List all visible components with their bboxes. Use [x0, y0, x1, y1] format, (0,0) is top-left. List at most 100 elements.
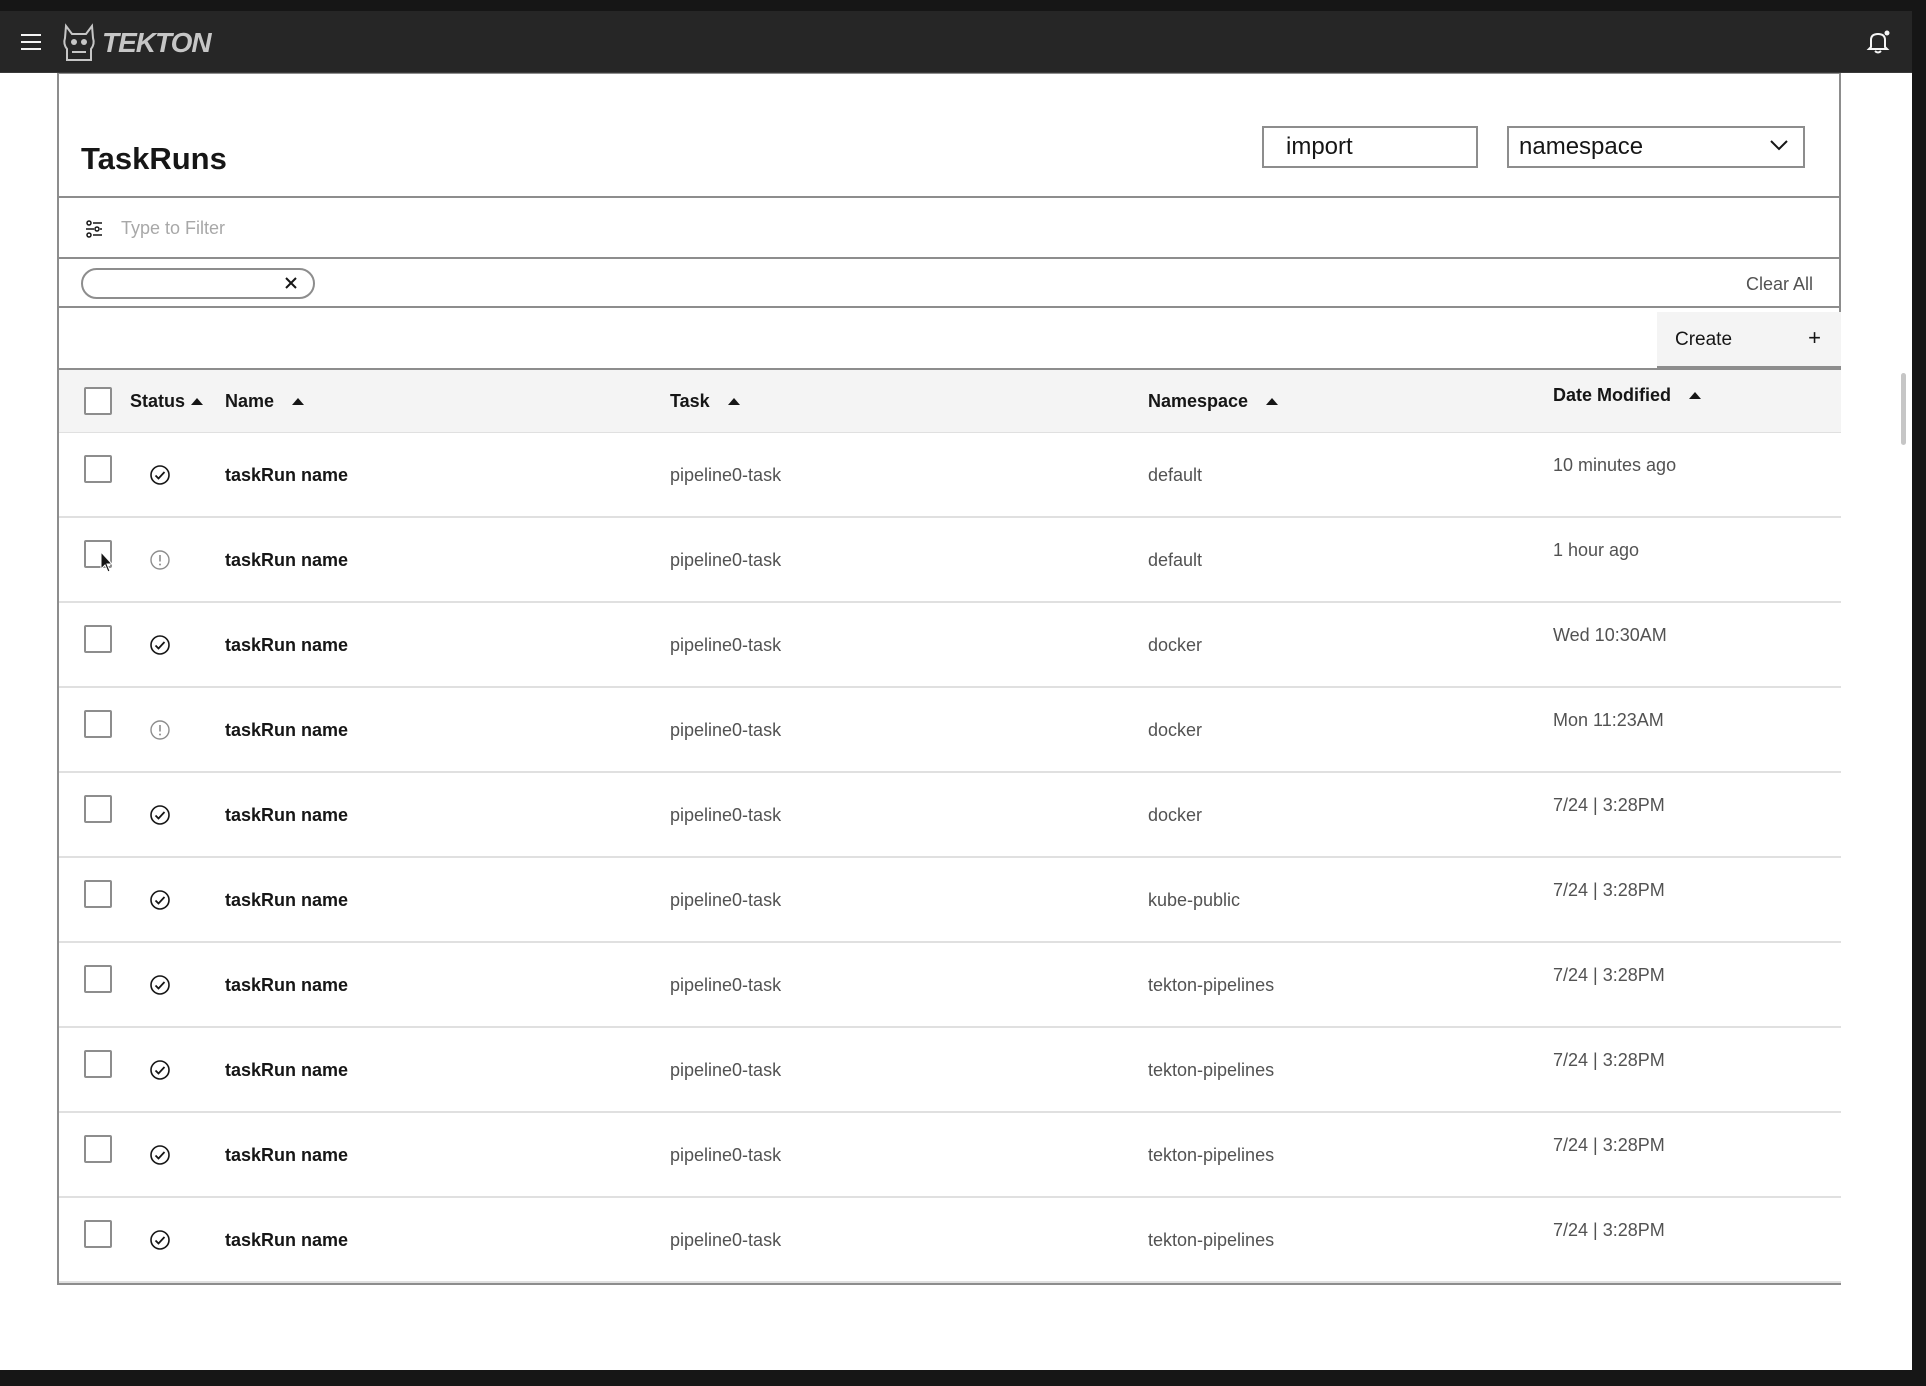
- taskrun-name-link[interactable]: taskRun name: [225, 1230, 348, 1251]
- row-checkbox[interactable]: [84, 455, 112, 483]
- namespace-cell: tekton-pipelines: [1148, 1060, 1275, 1080]
- namespace-cell: kube-public: [1148, 890, 1241, 910]
- table-row[interactable]: taskRun name pipeline0-task tekton-pipelin…: [59, 943, 1841, 1028]
- sort-arrow-icon: [1266, 398, 1279, 405]
- table-row[interactable]: taskRun name pipeline0-task docker 7/24 | 3…: [59, 773, 1841, 858]
- task-cell: pipeline0-task: [670, 1230, 782, 1250]
- close-icon[interactable]: [281, 273, 301, 293]
- sort-arrow-icon: [191, 398, 204, 405]
- column-header-name[interactable]: Name: [225, 370, 305, 433]
- hamburger-menu-icon[interactable]: [19, 30, 45, 54]
- checkmark-outline-icon: [150, 1145, 170, 1165]
- tekton-cat-logo-icon: [63, 23, 95, 61]
- scrollbar-thumb[interactable]: [1901, 373, 1906, 445]
- task-cell: pipeline0-task: [670, 550, 782, 570]
- main-content: TaskRuns import namespace Type to Filter…: [0, 73, 1912, 1370]
- filter-settings-icon[interactable]: [85, 220, 103, 238]
- table-row[interactable]: taskRun name pipeline0-task docker Wed 10:3…: [59, 603, 1841, 688]
- table-row[interactable]: taskRun name pipeline0-task default 10 minu…: [59, 433, 1841, 518]
- taskrun-name-link[interactable]: taskRun name: [225, 975, 348, 996]
- plus-icon: +: [1808, 325, 1821, 350]
- date-modified-cell: 7/24 | 3:28PM: [1553, 965, 1665, 985]
- row-checkbox[interactable]: [84, 1220, 112, 1248]
- row-checkbox[interactable]: [84, 1135, 112, 1163]
- taskrun-name-link[interactable]: taskRun name: [225, 550, 348, 571]
- import-input[interactable]: import: [1262, 126, 1478, 168]
- select-all-checkbox[interactable]: [84, 387, 112, 415]
- table-row[interactable]: taskRun name pipeline0-task kube-public 7/2…: [59, 858, 1841, 943]
- table-header: Status Name Task Namespace Date Modified: [59, 370, 1841, 433]
- table-row[interactable]: taskRun name pipeline0-task tekton-pipelin…: [59, 1028, 1841, 1113]
- warning-outline-icon: [150, 720, 170, 740]
- taskrun-name-link[interactable]: taskRun name: [225, 805, 348, 826]
- filter-tag[interactable]: [81, 268, 315, 299]
- column-header-task[interactable]: Task: [670, 370, 740, 433]
- namespace-selected-value: namespace: [1519, 133, 1644, 160]
- row-checkbox[interactable]: [84, 880, 112, 908]
- notification-bell-icon[interactable]: [1864, 28, 1892, 56]
- chevron-down-icon: [1770, 140, 1788, 151]
- table-row[interactable]: taskRun name pipeline0-task docker Mon 11:2…: [59, 688, 1841, 773]
- date-modified-cell: 7/24 | 3:28PM: [1553, 1050, 1665, 1070]
- date-modified-cell: 7/24 | 3:28PM: [1553, 880, 1665, 900]
- task-cell: pipeline0-task: [670, 465, 782, 485]
- task-cell: pipeline0-task: [670, 1145, 782, 1165]
- date-modified-cell: 1 hour ago: [1553, 540, 1640, 560]
- task-cell: pipeline0-task: [670, 720, 782, 740]
- checkmark-outline-icon: [150, 465, 170, 485]
- sort-arrow-icon: [292, 398, 305, 405]
- sort-arrow-icon: [727, 398, 740, 405]
- row-checkbox[interactable]: [84, 965, 112, 993]
- row-checkbox[interactable]: [84, 710, 112, 738]
- date-modified-cell: 7/24 | 3:28PM: [1553, 795, 1665, 815]
- create-button[interactable]: Create +: [1657, 312, 1841, 368]
- table-row[interactable]: taskRun name pipeline0-task tekton-pipelin…: [59, 1113, 1841, 1198]
- task-cell: pipeline0-task: [670, 975, 782, 995]
- namespace-cell: tekton-pipelines: [1148, 1145, 1275, 1165]
- date-modified-cell: 10 minutes ago: [1553, 455, 1677, 475]
- tekton-logo[interactable]: TEKTON: [60, 21, 212, 65]
- column-header-date-label: Date Modified: [1553, 385, 1672, 405]
- taskrun-name-link[interactable]: taskRun name: [225, 890, 348, 911]
- column-header-name-label: Name: [225, 391, 275, 411]
- mouse-pointer-icon: [100, 551, 114, 573]
- table-row[interactable]: taskRun name pipeline0-task default 1 hour …: [59, 518, 1841, 603]
- date-modified-cell: 7/24 | 3:28PM: [1553, 1220, 1665, 1240]
- task-cell: pipeline0-task: [670, 635, 782, 655]
- taskruns-panel: TaskRuns import namespace Type to Filter…: [57, 73, 1841, 1285]
- task-cell: pipeline0-task: [670, 805, 782, 825]
- namespace-cell: default: [1148, 550, 1203, 570]
- namespace-cell: docker: [1148, 805, 1203, 825]
- column-header-status-label: Status: [130, 391, 186, 411]
- taskrun-name-link[interactable]: taskRun name: [225, 1145, 348, 1166]
- row-checkbox[interactable]: [84, 795, 112, 823]
- table-row[interactable]: taskRun name pipeline0-task tekton-pipelin…: [59, 1198, 1841, 1283]
- clear-all-button[interactable]: Clear All: [1746, 274, 1813, 295]
- taskrun-name-link[interactable]: taskRun name: [225, 1060, 348, 1081]
- namespace-cell: docker: [1148, 720, 1203, 740]
- checkmark-outline-icon: [150, 1230, 170, 1250]
- namespace-cell: docker: [1148, 635, 1203, 655]
- taskrun-name-link[interactable]: taskRun name: [225, 720, 348, 741]
- date-modified-cell: Wed 10:30AM: [1553, 625, 1667, 645]
- checkmark-outline-icon: [150, 890, 170, 910]
- table-toolbar: Create +: [59, 308, 1841, 370]
- row-checkbox[interactable]: [84, 1050, 112, 1078]
- namespace-cell: tekton-pipelines: [1148, 975, 1275, 995]
- namespace-dropdown[interactable]: namespace: [1507, 126, 1805, 168]
- checkmark-outline-icon: [150, 975, 170, 995]
- logo-text: TEKTON: [102, 27, 212, 58]
- filter-input[interactable]: [121, 210, 1721, 246]
- column-header-namespace[interactable]: Namespace: [1148, 370, 1279, 433]
- checkmark-outline-icon: [150, 635, 170, 655]
- column-header-date-modified[interactable]: Date Modified: [1553, 364, 1702, 427]
- column-header-task-label: Task: [670, 391, 710, 411]
- checkmark-outline-icon: [150, 805, 170, 825]
- taskrun-name-link[interactable]: taskRun name: [225, 465, 348, 486]
- sort-arrow-icon: [1689, 392, 1702, 399]
- page-title: TaskRuns: [81, 141, 227, 176]
- column-header-status[interactable]: Status: [130, 370, 204, 433]
- row-checkbox[interactable]: [84, 625, 112, 653]
- taskrun-name-link[interactable]: taskRun name: [225, 635, 348, 656]
- column-header-namespace-label: Namespace: [1148, 391, 1249, 411]
